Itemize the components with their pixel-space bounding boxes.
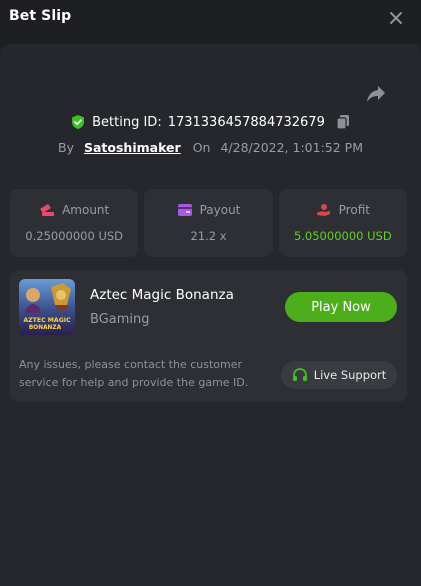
betting-id-row: Betting ID: 1731336457884732679 <box>0 111 421 133</box>
profit-card: Profit 5.05000000 USD <box>278 189 407 257</box>
bet-meta-row: By Satoshimaker On 4/28/2022, 1:01:52 PM <box>0 137 421 157</box>
profit-hand-icon <box>316 203 332 217</box>
verified-shield-icon <box>70 114 86 130</box>
profit-label: Profit <box>338 203 370 217</box>
bet-datetime: 4/28/2022, 1:01:52 PM <box>220 139 363 155</box>
live-support-label: Live Support <box>313 368 387 382</box>
share-icon[interactable] <box>364 82 388 106</box>
game-name: Aztec Magic Bonanza <box>90 287 234 303</box>
betting-id-value: 1731336457884732679 <box>167 114 325 130</box>
betting-id-label: Betting ID: <box>92 114 162 130</box>
close-icon[interactable] <box>385 7 407 29</box>
username-link[interactable]: Satoshimaker <box>84 140 181 155</box>
amount-card: Amount 0.25000000 USD <box>10 189 139 257</box>
thumbnail-title-line2: BONANZA <box>29 325 62 331</box>
bet-chips-icon <box>39 203 55 217</box>
wallet-icon <box>177 203 193 217</box>
live-support-button[interactable]: Live Support <box>281 361 397 389</box>
headset-icon <box>292 367 308 383</box>
by-label: By <box>58 139 74 155</box>
payout-label: Payout <box>199 203 241 217</box>
amount-value: 0.25000000 USD <box>25 229 124 243</box>
game-card: AZTEC MAGIC BONANZA Aztec Magic Bonanza … <box>10 270 407 402</box>
header: Bet Slip <box>0 0 421 44</box>
play-now-button[interactable]: Play Now <box>285 292 397 322</box>
game-provider: BGaming <box>90 312 150 327</box>
bet-stats: Amount 0.25000000 USD Payout 21.2 x Prof… <box>10 189 407 257</box>
bet-slip-title: Bet Slip <box>9 8 72 24</box>
thumbnail-title-line1: AZTEC MAGIC <box>23 317 71 324</box>
amount-label: Amount <box>62 203 110 217</box>
payout-card: Payout 21.2 x <box>144 189 273 257</box>
copy-icon[interactable] <box>335 114 351 130</box>
game-thumbnail[interactable]: AZTEC MAGIC BONANZA <box>19 279 75 335</box>
profit-value: 5.05000000 USD <box>293 229 392 243</box>
support-notice: Any issues, please contact the customer … <box>19 358 249 389</box>
payout-value: 21.2 x <box>190 229 227 243</box>
on-label: On <box>192 139 211 155</box>
